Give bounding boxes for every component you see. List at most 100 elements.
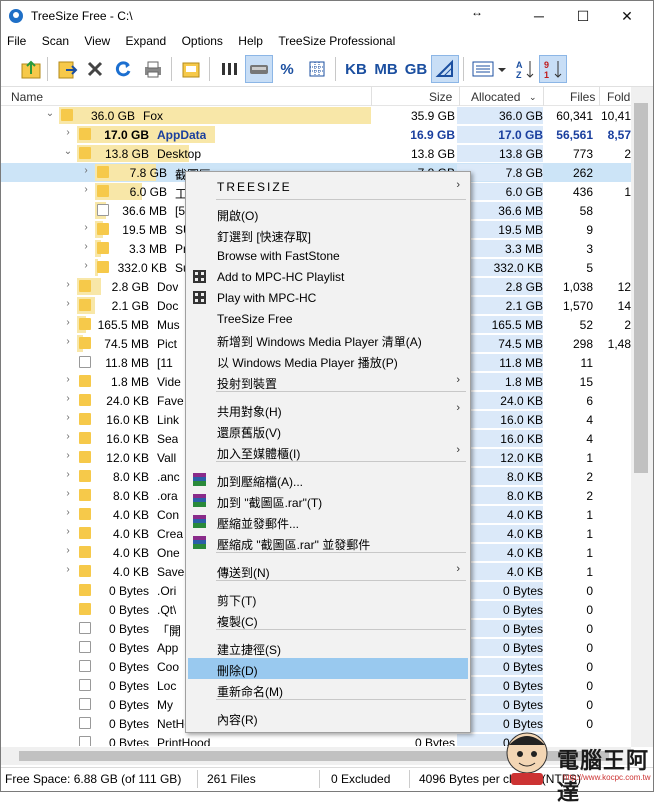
- column-files[interactable]: Files: [570, 90, 595, 104]
- collapse-arrow-icon[interactable]: ⌄: [45, 108, 55, 119]
- refresh-icon[interactable]: [109, 55, 137, 83]
- menu-expand[interactable]: Expand: [120, 31, 173, 48]
- expand-arrow-icon[interactable]: ›: [81, 184, 91, 195]
- menu-view[interactable]: View: [78, 31, 116, 48]
- sort-alpha-icon[interactable]: AZ: [511, 55, 539, 83]
- expand-arrow-icon[interactable]: ›: [63, 564, 73, 575]
- expand-arrow-icon[interactable]: ›: [63, 469, 73, 480]
- submenu-arrow-icon: ›: [456, 444, 460, 456]
- expand-arrow-icon[interactable]: ›: [63, 526, 73, 537]
- menu-separator: [216, 552, 466, 553]
- scan-folder-icon[interactable]: [17, 55, 45, 83]
- expand-arrow-icon[interactable]: ›: [81, 260, 91, 271]
- menu-item[interactable]: 加入至媒體櫃(I) ›: [188, 441, 468, 462]
- minimize-button[interactable]: ─: [517, 1, 561, 31]
- menu-scan[interactable]: Scan: [36, 31, 75, 48]
- row-name: [5: [175, 204, 186, 218]
- table-row[interactable]: ⌄ 36.0 GB Fox 35.9 GB 36.0 GB 60,341 10,41: [1, 106, 631, 125]
- menu-file[interactable]: File: [1, 31, 32, 48]
- menu-item-treesize[interactable]: TREESIZE ›: [188, 176, 468, 197]
- table-row[interactable]: › 17.0 GB AppData 16.9 GB 17.0 GB 56,561 8,57: [1, 125, 631, 144]
- menu-item[interactable]: 內容(R): [188, 707, 468, 728]
- expand-arrow-icon[interactable]: ›: [63, 450, 73, 461]
- unit-kb-button[interactable]: KB: [341, 55, 371, 83]
- menu-item[interactable]: 還原舊版(V): [188, 420, 468, 441]
- menu-help[interactable]: Help: [232, 31, 269, 48]
- expand-arrow-icon[interactable]: ›: [63, 374, 73, 385]
- collapse-arrow-icon[interactable]: ⌄: [63, 146, 73, 157]
- row-size-col: 35.9 GB: [410, 109, 455, 123]
- row-allocated: 13.8 GB: [498, 147, 543, 161]
- percent-view-button[interactable]: %: [273, 55, 301, 83]
- expand-arrow-icon[interactable]: ›: [63, 412, 73, 423]
- expand-arrow-icon[interactable]: ›: [63, 298, 73, 309]
- column-allocated[interactable]: Allocated: [471, 90, 520, 104]
- menu-item[interactable]: 傳送到(N) ›: [188, 560, 468, 581]
- menu-item[interactable]: 壓縮並發郵件...: [188, 511, 468, 532]
- unit-mb-button[interactable]: MB: [371, 55, 401, 83]
- row-files: 436: [572, 185, 593, 199]
- menu-item[interactable]: 複製(C): [188, 609, 468, 630]
- column-size[interactable]: Size: [429, 90, 452, 104]
- row-allocated: 6.0 GB: [505, 185, 543, 199]
- menu-item[interactable]: 剪下(T): [188, 588, 468, 609]
- export-icon[interactable]: [177, 55, 205, 83]
- column-divider: [599, 87, 600, 106]
- expand-arrow-icon[interactable]: ›: [63, 317, 73, 328]
- menu-item[interactable]: Browse with FastStone: [188, 245, 468, 266]
- expand-arrow-icon[interactable]: ›: [81, 222, 91, 233]
- expand-arrow-icon[interactable]: ›: [63, 431, 73, 442]
- menu-separator: [216, 699, 466, 700]
- table-row[interactable]: ⌄ 13.8 GB Desktop 13.8 GB 13.8 GB 773 2: [1, 144, 631, 163]
- folder-icon: [79, 489, 91, 501]
- folder-icon: [79, 603, 91, 615]
- menu-item[interactable]: 加到 "截圖區.rar"(T): [188, 490, 468, 511]
- sort-size-icon[interactable]: 91: [539, 55, 567, 83]
- auto-unit-icon[interactable]: [431, 55, 459, 83]
- menu-treesize-professional[interactable]: TreeSize Professional: [272, 31, 401, 48]
- drive-size-view-icon[interactable]: [245, 55, 273, 83]
- menu-item[interactable]: 投射到裝置 ›: [188, 371, 468, 392]
- stop-icon[interactable]: [81, 55, 109, 83]
- menu-item[interactable]: 加到壓縮檔(A)...: [188, 469, 468, 490]
- expand-arrow-icon[interactable]: ›: [81, 165, 91, 176]
- menu-item[interactable]: 重新命名(M): [188, 679, 468, 700]
- row-allocated: 0 Bytes: [502, 660, 543, 674]
- list-options-dropdown[interactable]: [469, 55, 509, 83]
- print-icon[interactable]: [139, 55, 167, 83]
- close-button[interactable]: ✕: [605, 1, 649, 31]
- expand-arrow-icon[interactable]: ›: [81, 241, 91, 252]
- expand-arrow-icon[interactable]: ›: [63, 279, 73, 290]
- menu-item[interactable]: 刪除(D): [188, 658, 468, 679]
- title-bar: TreeSize Free - C:\ ↔ ─ ☐ ✕: [1, 1, 653, 31]
- vertical-scroll-thumb[interactable]: [634, 103, 648, 473]
- menu-item[interactable]: Add to MPC-HC Playlist: [188, 266, 468, 287]
- row-name: Vide: [157, 375, 181, 389]
- submenu-arrow-icon: ›: [456, 374, 460, 386]
- menu-item[interactable]: Play with MPC-HC: [188, 287, 468, 308]
- expand-arrow-icon[interactable]: ›: [63, 393, 73, 404]
- menu-item[interactable]: 開啟(O): [188, 203, 468, 224]
- menu-item[interactable]: 壓縮成 "截圖區.rar" 並發郵件: [188, 532, 468, 553]
- menu-item[interactable]: TreeSize Free: [188, 308, 468, 329]
- menu-item[interactable]: 共用對象(H) ›: [188, 399, 468, 420]
- expand-arrow-icon[interactable]: ›: [63, 507, 73, 518]
- columns-view-icon[interactable]: [215, 55, 243, 83]
- grid-view-icon[interactable]: [303, 55, 331, 83]
- menu-item[interactable]: 以 Windows Media Player 播放(P): [188, 350, 468, 371]
- expand-arrow-icon[interactable]: ›: [63, 127, 73, 138]
- maximize-button[interactable]: ☐: [561, 1, 605, 31]
- unit-gb-button[interactable]: GB: [401, 55, 431, 83]
- menu-item[interactable]: 建立捷徑(S): [188, 637, 468, 658]
- menu-item-label: Browse with FastStone: [217, 249, 340, 263]
- expand-arrow-icon[interactable]: ›: [63, 336, 73, 347]
- folder-icon: [79, 375, 91, 387]
- expand-arrow-icon[interactable]: ›: [63, 545, 73, 556]
- folder-icon: [97, 242, 109, 254]
- menu-item[interactable]: 新增到 Windows Media Player 清單(A): [188, 329, 468, 350]
- menu-options[interactable]: Options: [176, 31, 229, 48]
- menu-item[interactable]: 釘選到 [快速存取]: [188, 224, 468, 245]
- expand-arrow-icon[interactable]: ›: [63, 488, 73, 499]
- select-folder-icon[interactable]: [53, 55, 81, 83]
- column-name[interactable]: Name: [11, 90, 43, 104]
